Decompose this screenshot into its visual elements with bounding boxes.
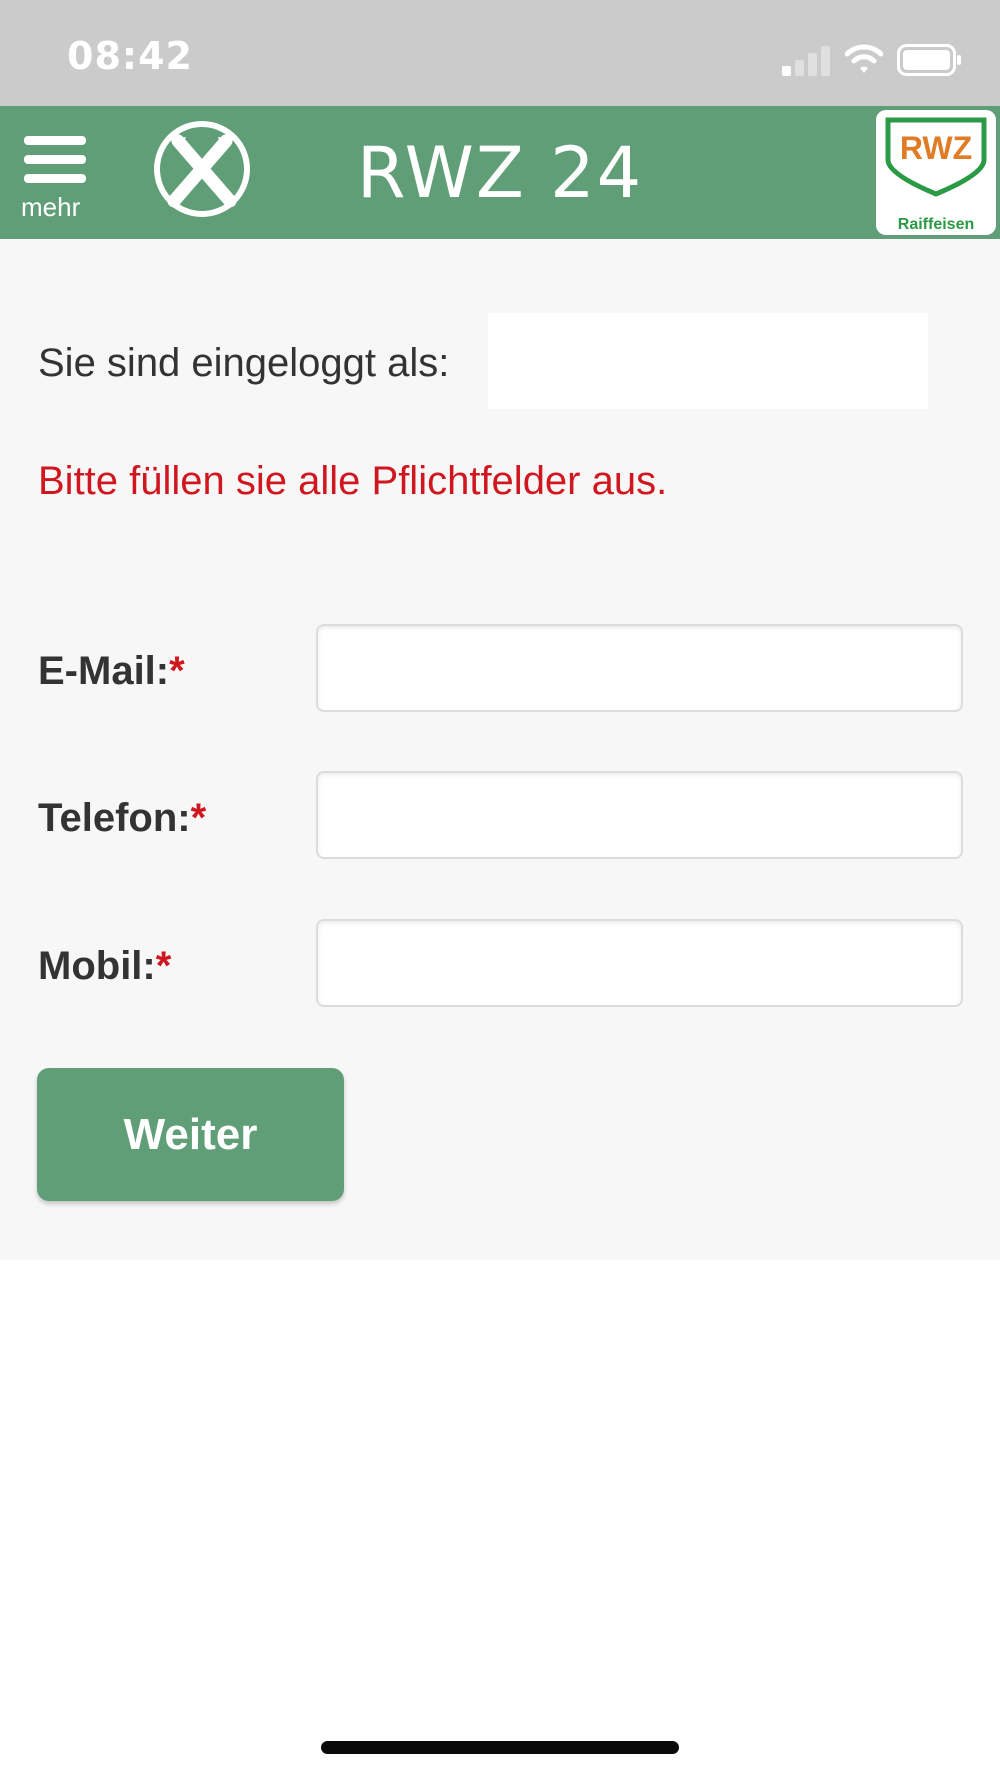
cellular-signal-icon: [782, 46, 830, 76]
required-marker: *: [190, 796, 207, 840]
email-field[interactable]: [316, 624, 963, 712]
weiter-button[interactable]: Weiter: [37, 1068, 344, 1201]
telefon-field[interactable]: [316, 771, 963, 859]
status-bar: 08:42: [0, 0, 1000, 106]
required-marker: *: [155, 944, 172, 988]
rwz-logo[interactable]: RWZ Raiffeisen: [876, 110, 996, 235]
logged-in-user-field: [488, 313, 928, 409]
required-marker: *: [169, 649, 185, 693]
form-content: Sie sind eingeloggt als: Bitte füllen si…: [0, 239, 1000, 1260]
wifi-icon: [845, 44, 883, 73]
app-header: mehr RWZ 24 RWZ Raiffeisen: [0, 106, 1000, 239]
email-label: E-Mail:*: [38, 649, 185, 693]
error-message: Bitte füllen sie alle Pflichtfelder aus.: [38, 459, 668, 503]
status-time: 08:42: [67, 34, 193, 78]
home-indicator[interactable]: [321, 1741, 679, 1754]
rwz-logo-subtext: Raiffeisen: [897, 216, 975, 233]
telefon-label: Telefon:*: [38, 796, 207, 840]
battery-icon: [897, 44, 961, 76]
logged-in-label: Sie sind eingeloggt als:: [38, 341, 450, 385]
mobil-field[interactable]: [316, 919, 963, 1007]
mobil-label: Mobil:*: [38, 944, 172, 988]
rwz-logo-text: RWZ: [899, 130, 973, 166]
app-title: RWZ 24: [356, 132, 644, 214]
